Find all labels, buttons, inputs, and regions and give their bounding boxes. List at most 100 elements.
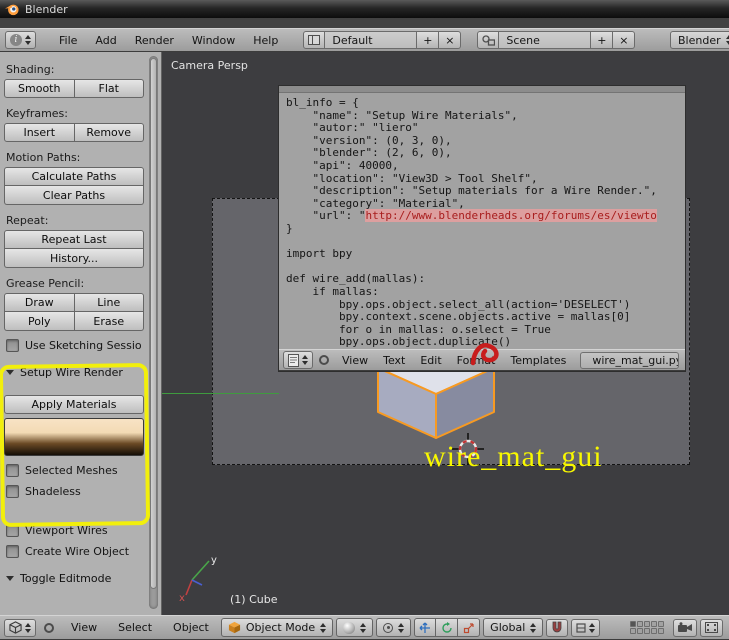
viewport-3d[interactable]: Camera Persp wire_mat_gui y x (1) Cube b… bbox=[162, 52, 729, 615]
scale-icon bbox=[463, 622, 474, 633]
collapse-menus-icon[interactable] bbox=[44, 622, 54, 633]
object-menu[interactable]: Object bbox=[164, 621, 218, 634]
gp-draw-button[interactable]: Draw bbox=[4, 293, 75, 312]
layout-name-field[interactable]: Default bbox=[325, 31, 418, 49]
manipulator-translate-button[interactable] bbox=[414, 618, 437, 637]
select-menu[interactable]: Select bbox=[109, 621, 161, 634]
code-after-url: } import bpy def wire_add(mallas): if ma… bbox=[286, 221, 631, 349]
orientation-selector[interactable]: Global bbox=[483, 618, 544, 637]
window-edge-strip bbox=[0, 18, 729, 28]
film-strip-icon bbox=[705, 622, 718, 633]
scene-add-button[interactable]: + bbox=[591, 31, 614, 49]
toggle-editmode-panel-header[interactable]: Toggle Editmode bbox=[6, 572, 144, 585]
chevron-updown-icon bbox=[25, 623, 31, 633]
selected-meshes-label: Selected Meshes bbox=[25, 464, 118, 477]
viewport-shading-selector[interactable] bbox=[336, 618, 374, 637]
gp-poly-button[interactable]: Poly bbox=[4, 312, 75, 331]
grid-y-axis-line bbox=[162, 393, 279, 394]
snap-toggle-button[interactable] bbox=[546, 618, 569, 637]
editor-menu-text[interactable]: Text bbox=[376, 354, 412, 367]
window-panes-icon bbox=[308, 35, 321, 45]
text-datablock-field[interactable]: wire_mat_gui.py bbox=[580, 351, 679, 369]
scene-name-field[interactable]: Scene bbox=[499, 31, 592, 49]
clear-paths-button[interactable]: Clear Paths bbox=[4, 186, 144, 205]
snap-increment-icon bbox=[576, 622, 586, 633]
info-header-bar: i File Add Render Window Help Default + … bbox=[0, 28, 729, 52]
orientation-label: Global bbox=[490, 621, 526, 634]
triangle-down-icon bbox=[6, 370, 14, 375]
layers-widget[interactable] bbox=[630, 621, 664, 634]
editor-menu-templates[interactable]: Templates bbox=[503, 354, 573, 367]
collapse-menus-icon[interactable] bbox=[319, 355, 329, 365]
code-area[interactable]: bl_info = { "name": "Setup Wire Material… bbox=[279, 93, 685, 349]
insert-keyframe-button[interactable]: Insert bbox=[4, 123, 75, 142]
render-engine-selector[interactable]: Blender bbox=[670, 31, 729, 49]
menu-help[interactable]: Help bbox=[244, 34, 287, 47]
viewport-wires-checkbox-row[interactable]: Viewport Wires bbox=[6, 524, 144, 537]
editor-menu-edit[interactable]: Edit bbox=[413, 354, 448, 367]
layer-cell bbox=[658, 621, 664, 627]
rotate-icon bbox=[441, 621, 452, 633]
layer-cell bbox=[637, 628, 643, 634]
gp-line-button[interactable]: Line bbox=[74, 293, 144, 312]
layout-browse-button[interactable] bbox=[303, 31, 326, 49]
shadeless-checkbox-row[interactable]: Shadeless bbox=[6, 485, 144, 498]
shadeless-label: Shadeless bbox=[25, 485, 81, 498]
layer-cell bbox=[651, 628, 657, 634]
grease-pencil-label: Grease Pencil: bbox=[6, 277, 85, 290]
setup-wire-render-panel-header[interactable]: Setup Wire Render bbox=[6, 366, 144, 379]
scene-icon bbox=[482, 34, 495, 46]
use-sketching-checkbox-row[interactable]: Use Sketching Sessio bbox=[6, 339, 144, 352]
calculate-paths-button[interactable]: Calculate Paths bbox=[4, 167, 144, 186]
render-opengl-button[interactable] bbox=[673, 618, 697, 637]
scene-delete-button[interactable]: × bbox=[613, 31, 636, 49]
pivot-point-selector[interactable] bbox=[376, 618, 412, 637]
editor-type-info-button[interactable]: i bbox=[5, 31, 36, 49]
color-ramp-preview[interactable] bbox=[4, 418, 144, 456]
menu-render[interactable]: Render bbox=[126, 34, 183, 47]
editor-type-text-button[interactable] bbox=[283, 351, 313, 369]
manipulator-scale-button[interactable] bbox=[458, 618, 481, 637]
triangle-down-icon bbox=[6, 576, 14, 581]
axis-x-label: x bbox=[179, 593, 185, 602]
window-title: Blender bbox=[25, 2, 68, 16]
panel-title: Toggle Editmode bbox=[20, 572, 112, 585]
remove-keyframe-button[interactable]: Remove bbox=[74, 123, 144, 142]
chevron-updown-icon bbox=[589, 623, 595, 633]
layout-add-button[interactable]: + bbox=[417, 31, 440, 49]
editor-type-3dview-button[interactable] bbox=[4, 618, 36, 637]
menu-file[interactable]: File bbox=[50, 34, 86, 47]
blender-logo-icon bbox=[5, 4, 19, 16]
active-object-label: (1) Cube bbox=[230, 593, 278, 606]
render-opengl-anim-button[interactable] bbox=[700, 618, 723, 637]
translate-icon bbox=[419, 622, 431, 633]
create-wire-object-checkbox-row[interactable]: Create Wire Object bbox=[6, 545, 144, 558]
info-icon: i bbox=[10, 34, 22, 46]
checkbox-icon bbox=[6, 339, 19, 352]
scene-browse-button[interactable] bbox=[477, 31, 500, 49]
layer-cell bbox=[658, 628, 664, 634]
menu-add[interactable]: Add bbox=[86, 34, 125, 47]
checkbox-icon bbox=[6, 485, 19, 498]
code-before-url: bl_info = { "name": "Setup Wire Material… bbox=[286, 96, 657, 223]
code-url-highlight: http://www.blenderheads.org/forums/es/vi… bbox=[365, 209, 657, 223]
snap-element-selector[interactable] bbox=[571, 618, 601, 637]
scrollbar-thumb[interactable] bbox=[150, 58, 157, 589]
repeat-last-button[interactable]: Repeat Last bbox=[4, 230, 144, 249]
layout-delete-button[interactable]: × bbox=[439, 31, 462, 49]
menu-window[interactable]: Window bbox=[183, 34, 244, 47]
smooth-button[interactable]: Smooth bbox=[4, 79, 75, 98]
layer-cell bbox=[630, 628, 636, 634]
pivot-icon bbox=[383, 622, 394, 633]
apply-materials-button[interactable]: Apply Materials bbox=[4, 395, 144, 414]
view-menu[interactable]: View bbox=[62, 621, 106, 634]
flat-button[interactable]: Flat bbox=[74, 79, 144, 98]
manipulator-rotate-button[interactable] bbox=[436, 618, 459, 637]
mode-selector[interactable]: Object Mode bbox=[220, 618, 334, 637]
selected-meshes-checkbox-row[interactable]: Selected Meshes bbox=[6, 464, 144, 477]
mini-axis-gizmo: y x bbox=[179, 555, 217, 602]
history-button[interactable]: History... bbox=[4, 249, 144, 268]
panel-title: Setup Wire Render bbox=[20, 366, 123, 379]
gp-erase-button[interactable]: Erase bbox=[74, 312, 144, 331]
editor-menu-view[interactable]: View bbox=[335, 354, 375, 367]
